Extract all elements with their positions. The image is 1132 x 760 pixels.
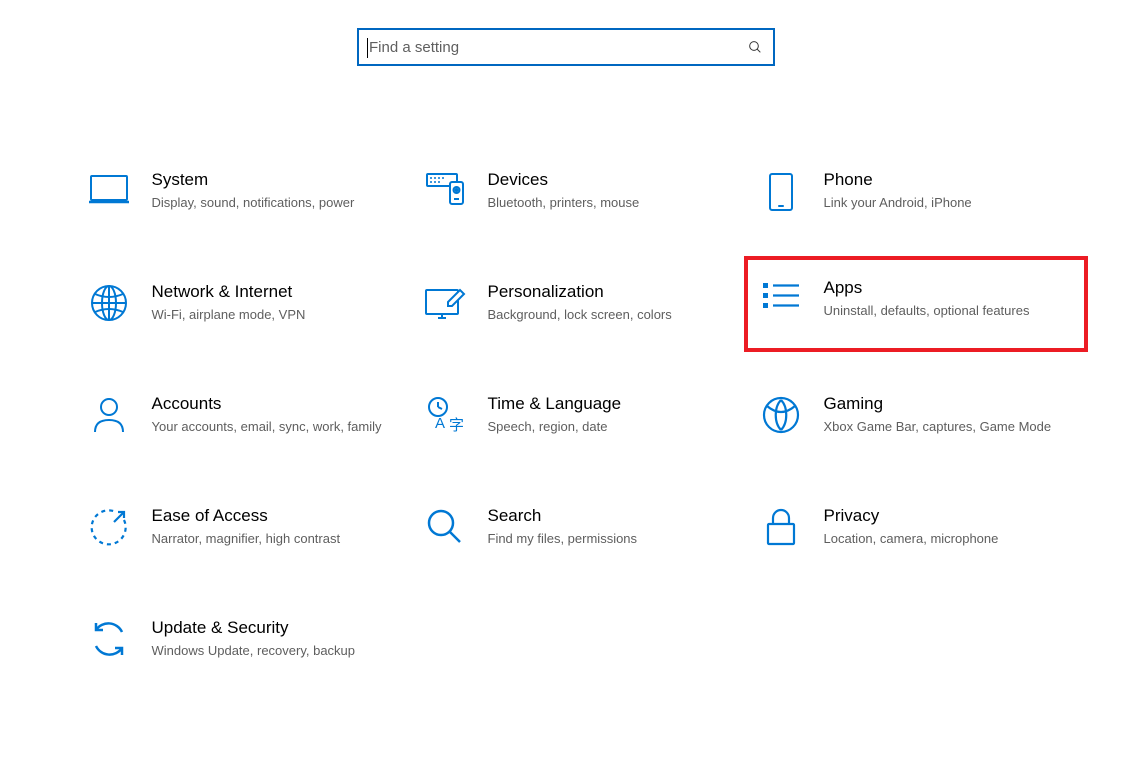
- tile-desc: Link your Android, iPhone: [824, 194, 1070, 213]
- tile-desc: Location, camera, microphone: [824, 530, 1070, 549]
- tile-title: Devices: [488, 170, 734, 190]
- tile-text: Privacy Location, camera, microphone: [824, 506, 1070, 549]
- tile-title: Gaming: [824, 394, 1070, 414]
- tile-title: Accounts: [152, 394, 398, 414]
- tile-title: Time & Language: [488, 394, 734, 414]
- tile-text: System Display, sound, notifications, po…: [152, 170, 398, 213]
- update-security-icon: [88, 620, 130, 662]
- devices-icon: [424, 172, 466, 214]
- tile-apps[interactable]: Apps Uninstall, defaults, optional featu…: [744, 256, 1088, 352]
- personalization-icon: [424, 284, 466, 326]
- accounts-icon: [88, 396, 130, 438]
- tile-title: Update & Security: [152, 618, 398, 638]
- tile-title: Apps: [824, 278, 1070, 298]
- tile-desc: Background, lock screen, colors: [488, 306, 734, 325]
- tile-system[interactable]: System Display, sound, notifications, po…: [88, 166, 398, 218]
- tile-text: Gaming Xbox Game Bar, captures, Game Mod…: [824, 394, 1070, 437]
- tile-text: Network & Internet Wi-Fi, airplane mode,…: [152, 282, 398, 325]
- network-icon: [88, 284, 130, 326]
- tile-accounts[interactable]: Accounts Your accounts, email, sync, wor…: [88, 390, 398, 442]
- tile-text: Time & Language Speech, region, date: [488, 394, 734, 437]
- tile-phone[interactable]: Phone Link your Android, iPhone: [760, 166, 1070, 218]
- tile-text: Personalization Background, lock screen,…: [488, 282, 734, 325]
- time-language-icon: A 字: [424, 396, 466, 438]
- search-box[interactable]: [357, 28, 775, 66]
- tile-desc: Find my files, permissions: [488, 530, 734, 549]
- tile-desc: Uninstall, defaults, optional features: [824, 302, 1070, 321]
- tile-text: Search Find my files, permissions: [488, 506, 734, 549]
- tile-title: Search: [488, 506, 734, 526]
- tile-update-security[interactable]: Update & Security Windows Update, recove…: [88, 614, 398, 666]
- tile-title: Privacy: [824, 506, 1070, 526]
- tile-devices[interactable]: Devices Bluetooth, printers, mouse: [424, 166, 734, 218]
- system-icon: [88, 172, 130, 214]
- tile-title: Network & Internet: [152, 282, 398, 302]
- tile-time-language[interactable]: A 字 Time & Language Speech, region, date: [424, 390, 734, 442]
- tile-title: Phone: [824, 170, 1070, 190]
- tile-desc: Your accounts, email, sync, work, family: [152, 418, 398, 437]
- tile-ease-of-access[interactable]: Ease of Access Narrator, magnifier, high…: [88, 502, 398, 554]
- tile-desc: Display, sound, notifications, power: [152, 194, 398, 213]
- tile-desc: Wi-Fi, airplane mode, VPN: [152, 306, 398, 325]
- svg-text:A: A: [435, 415, 445, 432]
- tile-network[interactable]: Network & Internet Wi-Fi, airplane mode,…: [88, 278, 398, 330]
- ease-of-access-icon: [88, 508, 130, 550]
- tile-privacy[interactable]: Privacy Location, camera, microphone: [760, 502, 1070, 554]
- svg-text:字: 字: [449, 417, 464, 434]
- privacy-icon: [760, 508, 802, 550]
- tile-text: Apps Uninstall, defaults, optional featu…: [824, 278, 1070, 321]
- gaming-icon: [760, 396, 802, 438]
- tile-desc: Bluetooth, printers, mouse: [488, 194, 734, 213]
- tile-text: Accounts Your accounts, email, sync, wor…: [152, 394, 398, 437]
- text-cursor: [367, 38, 368, 58]
- search-icon: [747, 39, 763, 55]
- tile-desc: Narrator, magnifier, high contrast: [152, 530, 398, 549]
- tile-desc: Speech, region, date: [488, 418, 734, 437]
- tile-search[interactable]: Search Find my files, permissions: [424, 502, 734, 554]
- tile-title: Ease of Access: [152, 506, 398, 526]
- tile-personalization[interactable]: Personalization Background, lock screen,…: [424, 278, 734, 330]
- search-input[interactable]: [369, 38, 747, 57]
- apps-icon: [760, 280, 802, 322]
- settings-home: System Display, sound, notifications, po…: [0, 0, 1132, 666]
- tile-gaming[interactable]: Gaming Xbox Game Bar, captures, Game Mod…: [760, 390, 1070, 442]
- search-area: [0, 28, 1132, 66]
- tile-title: System: [152, 170, 398, 190]
- phone-icon: [760, 172, 802, 214]
- tile-desc: Xbox Game Bar, captures, Game Mode: [824, 418, 1070, 437]
- tile-desc: Windows Update, recovery, backup: [152, 642, 398, 661]
- categories-grid: System Display, sound, notifications, po…: [63, 166, 1070, 666]
- tile-text: Ease of Access Narrator, magnifier, high…: [152, 506, 398, 549]
- tile-title: Personalization: [488, 282, 734, 302]
- tile-text: Update & Security Windows Update, recove…: [152, 618, 398, 661]
- tile-text: Devices Bluetooth, printers, mouse: [488, 170, 734, 213]
- search-category-icon: [424, 508, 466, 550]
- tile-text: Phone Link your Android, iPhone: [824, 170, 1070, 213]
